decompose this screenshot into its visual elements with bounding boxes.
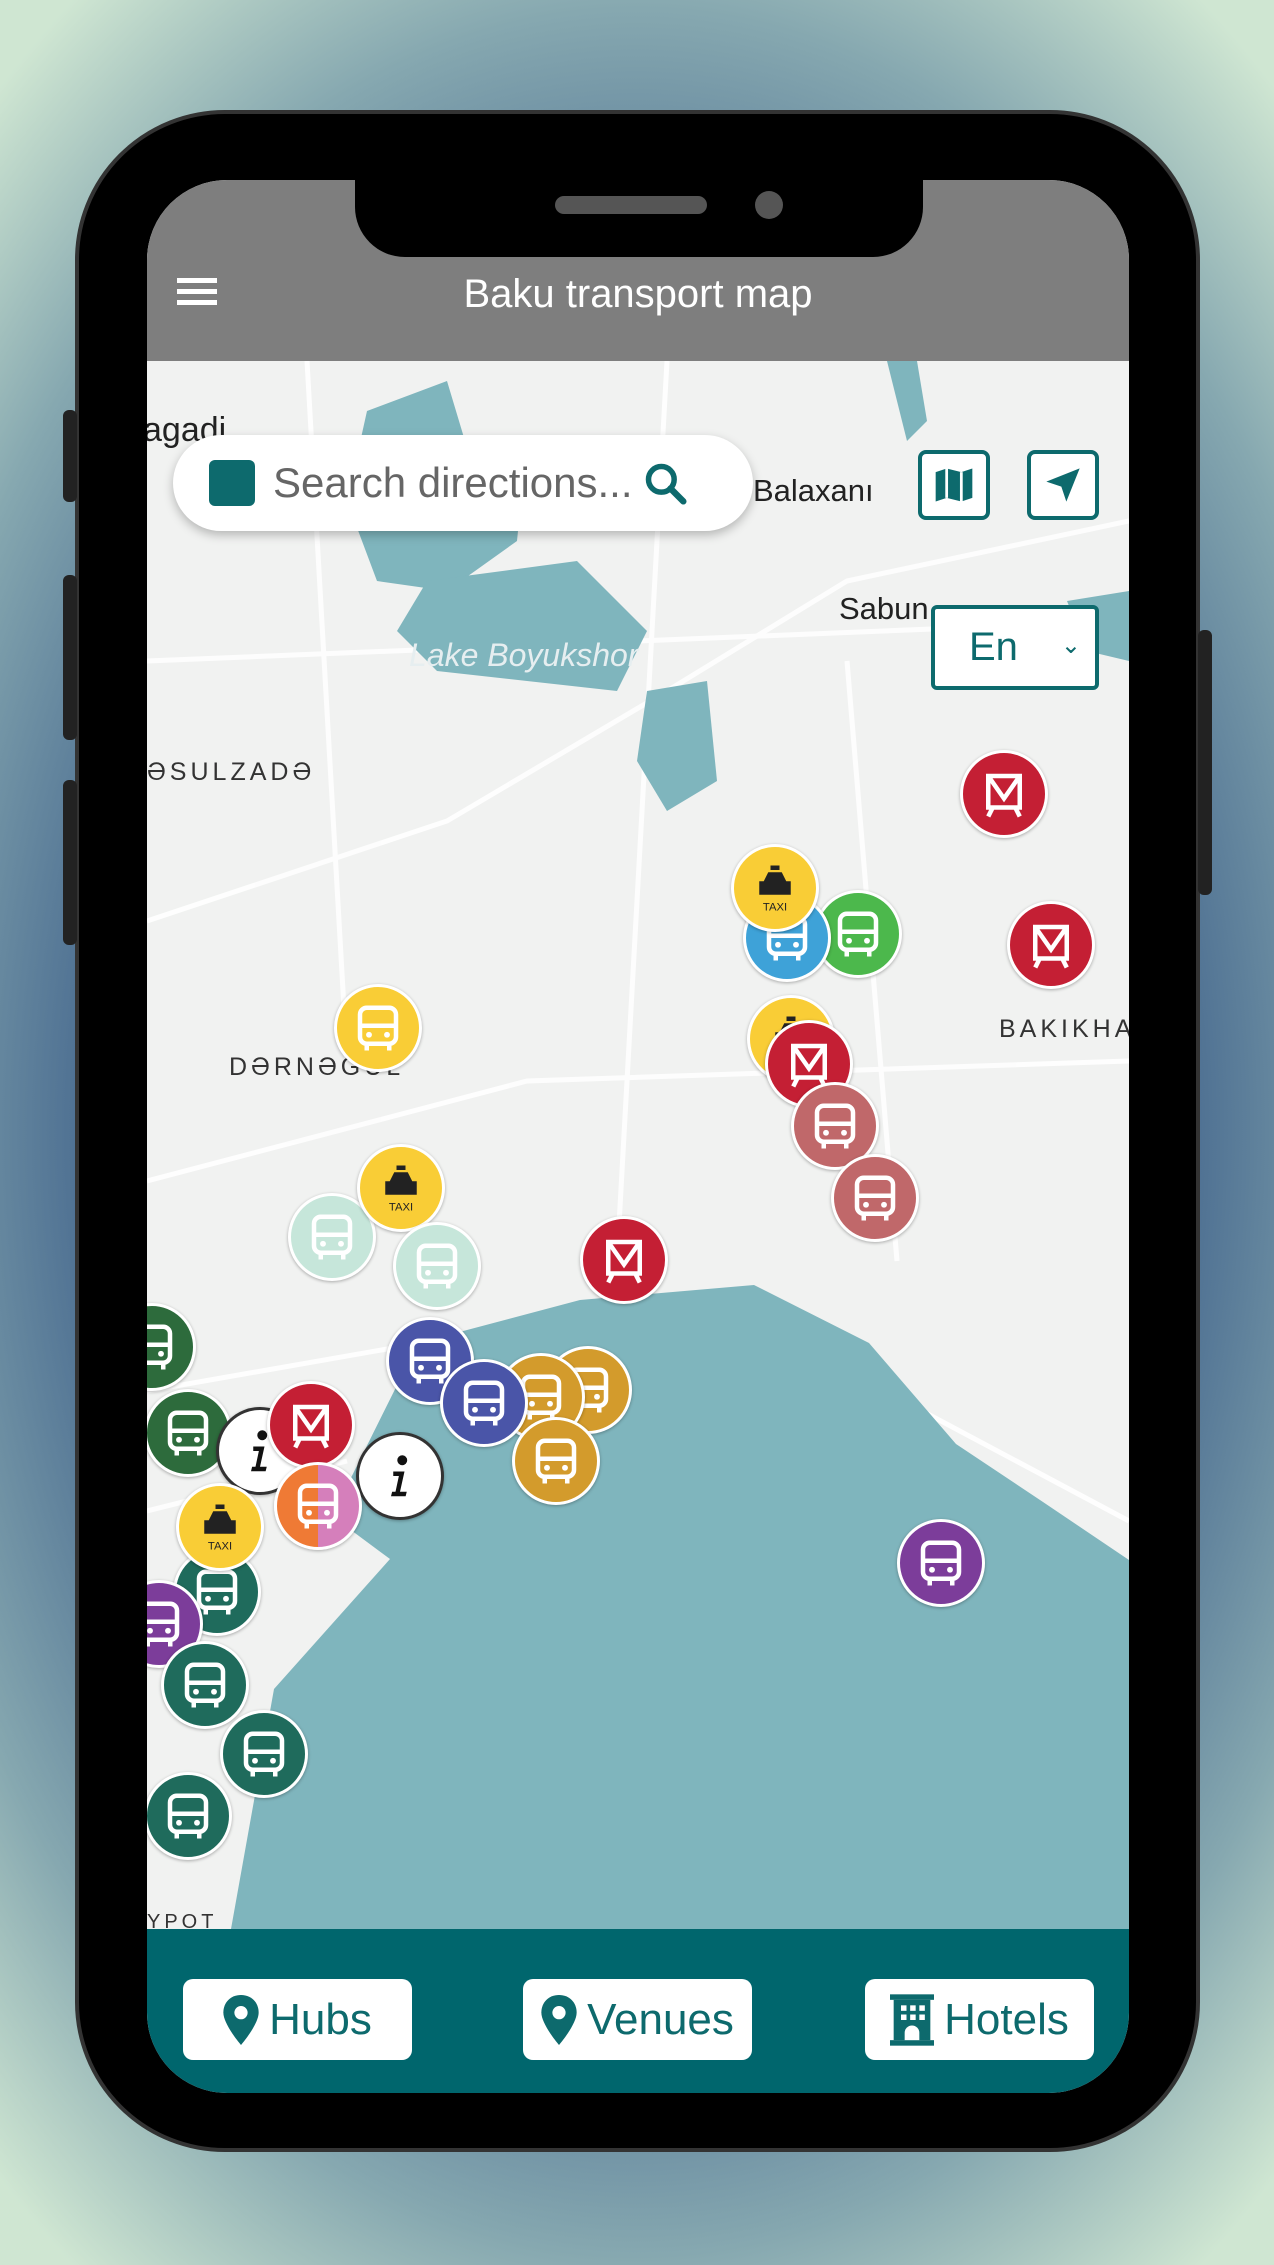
metro-marker[interactable] xyxy=(1007,901,1095,989)
map-base xyxy=(147,361,1129,1929)
app-screen: Baku transport map agadi Balaxanı Sabun xyxy=(147,180,1129,2093)
map-label: Sabun xyxy=(839,591,929,626)
bus-icon xyxy=(297,1483,339,1529)
search-bar[interactable] xyxy=(173,435,753,531)
hotels-label: Hotels xyxy=(944,1994,1069,2044)
bus-icon xyxy=(837,911,879,957)
bus-icon xyxy=(167,1410,209,1456)
bus-marker[interactable] xyxy=(147,1772,232,1860)
taxi-marker[interactable]: TAXI xyxy=(731,844,819,932)
bus-marker[interactable] xyxy=(220,1710,308,1798)
map-pin-icon xyxy=(223,1994,259,2045)
metro-icon xyxy=(986,773,1022,818)
map-pin-icon xyxy=(541,1994,577,2045)
bus-marker[interactable] xyxy=(274,1462,362,1550)
svg-text:TAXI: TAXI xyxy=(389,1202,413,1214)
bus-icon xyxy=(147,1601,180,1647)
map-layers-button[interactable] xyxy=(918,450,990,520)
bus-marker[interactable] xyxy=(334,984,422,1072)
side-button xyxy=(63,410,77,502)
search-icon[interactable] xyxy=(643,461,687,505)
page-title: Baku transport map xyxy=(463,272,813,316)
bus-icon xyxy=(147,1324,173,1370)
metro-marker[interactable] xyxy=(580,1216,668,1304)
hubs-label: Hubs xyxy=(269,1994,372,2044)
bus-icon xyxy=(184,1662,226,1708)
taxi-marker[interactable]: TAXI xyxy=(176,1483,264,1571)
bus-icon xyxy=(357,1005,399,1051)
side-button xyxy=(63,575,77,740)
map-label: YPOT xyxy=(147,1911,218,1929)
bus-marker[interactable] xyxy=(161,1641,249,1729)
app-logo xyxy=(209,460,255,506)
bus-icon xyxy=(243,1731,285,1777)
taxi-icon: TAXI xyxy=(385,1165,417,1214)
search-input[interactable] xyxy=(273,459,643,507)
side-button xyxy=(1198,630,1212,895)
venues-button[interactable]: Venues xyxy=(523,1979,752,2060)
map[interactable]: agadi Balaxanı Sabun Lake Boyukshor ƏSUL… xyxy=(147,361,1129,1929)
map-label: ƏSULZADƏ xyxy=(147,758,316,786)
bus-marker[interactable] xyxy=(831,1154,919,1242)
svg-text:TAXI: TAXI xyxy=(763,902,787,914)
bus-icon xyxy=(920,1540,962,1586)
bus-icon xyxy=(311,1214,353,1260)
bus-icon xyxy=(814,1103,856,1149)
map-icon xyxy=(935,468,973,502)
map-label: Lake Boyukshor xyxy=(409,637,639,673)
info-icon xyxy=(391,1455,408,1497)
language-select[interactable]: En ⌄ xyxy=(931,605,1099,690)
bottom-bar: Hubs Venues Hotels xyxy=(147,1929,1129,2093)
metro-marker[interactable] xyxy=(960,750,1048,838)
metro-marker[interactable] xyxy=(267,1381,355,1469)
navigation-arrow-icon xyxy=(1046,468,1080,502)
bus-icon xyxy=(535,1438,577,1484)
chevron-down-icon: ⌄ xyxy=(1060,632,1081,659)
map-label: Balaxanı xyxy=(753,473,874,508)
hotels-button[interactable]: Hotels xyxy=(865,1979,1094,2060)
bus-marker[interactable] xyxy=(393,1222,481,1310)
locate-button[interactable] xyxy=(1027,450,1099,520)
svg-text:TAXI: TAXI xyxy=(208,1541,232,1553)
hubs-button[interactable]: Hubs xyxy=(183,1979,412,2060)
bus-marker[interactable] xyxy=(512,1417,600,1505)
map-label: BAKIKHA xyxy=(999,1015,1129,1043)
notch xyxy=(355,180,923,257)
taxi-icon: TAXI xyxy=(759,865,791,914)
taxi-marker[interactable]: TAXI xyxy=(357,1144,445,1232)
venues-label: Venues xyxy=(587,1994,734,2044)
metro-icon xyxy=(293,1404,329,1449)
language-value: En xyxy=(969,625,1018,669)
bus-marker[interactable] xyxy=(897,1519,985,1607)
bus-icon xyxy=(416,1243,458,1289)
bus-icon xyxy=(167,1793,209,1839)
info-marker[interactable] xyxy=(356,1432,444,1520)
side-button xyxy=(63,780,77,945)
metro-icon xyxy=(1033,924,1069,969)
hotel-icon xyxy=(890,1993,935,2046)
bus-marker[interactable] xyxy=(440,1359,528,1447)
metro-icon xyxy=(606,1239,642,1284)
taxi-icon: TAXI xyxy=(204,1504,236,1553)
bus-icon xyxy=(463,1380,505,1426)
bus-icon xyxy=(854,1175,896,1221)
